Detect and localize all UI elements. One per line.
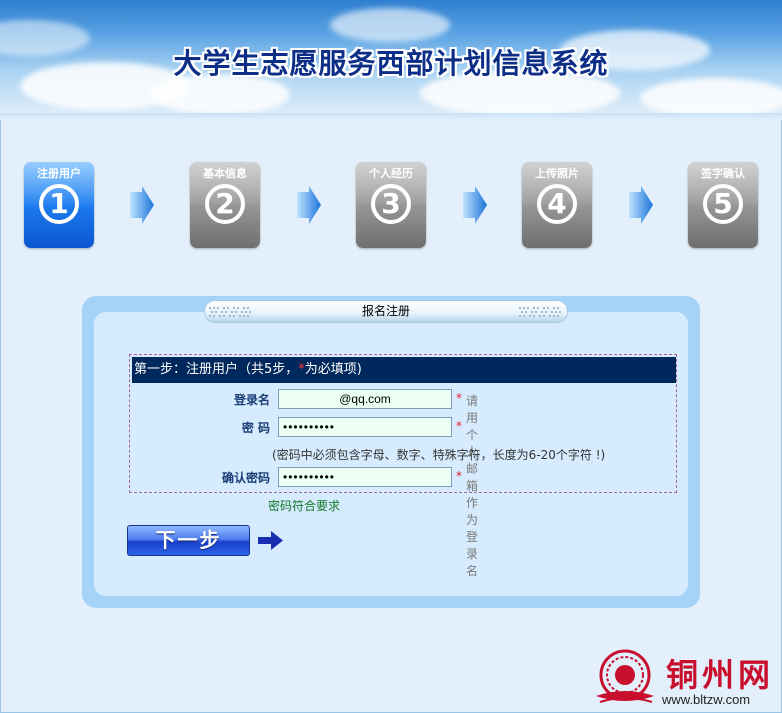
password-input[interactable] (278, 417, 452, 437)
step-arrow-icon (463, 186, 487, 224)
step-arrow-icon (297, 186, 321, 224)
step-label: 签字确认 (701, 167, 745, 180)
required-star: * (456, 469, 462, 483)
step-number: 3 (371, 184, 411, 224)
step-2-basic-info: 基本信息 2 (190, 162, 260, 248)
registration-panel: 第一步：注册用户（共5步，*为必填项) 登录名 * 请用个人邮箱作为登录名 密 … (82, 296, 700, 608)
login-hint: 请用个人邮箱作为登录名 (466, 394, 479, 578)
login-input[interactable] (278, 389, 452, 409)
required-star: * (456, 391, 462, 405)
decorative-dots-icon (519, 307, 561, 317)
step-label: 上传照片 (535, 167, 579, 180)
step-4-photo: 上传照片 4 (522, 162, 592, 248)
required-star: * (456, 419, 462, 433)
password-rule-note: (密码中必须包含字母、数字、特殊字符，长度为6-20个字符 !) (272, 448, 606, 462)
panel-tab-title: 报名注册 (204, 300, 568, 323)
step-5-confirm: 签字确认 5 (688, 162, 758, 248)
step-arrow-icon (629, 186, 653, 224)
step-number: 2 (205, 184, 245, 224)
next-step-button[interactable]: 下一步 (127, 525, 250, 556)
decorative-dots-icon (209, 307, 251, 317)
step-label: 个人经历 (369, 167, 413, 180)
registration-form: 第一步：注册用户（共5步，*为必填项) 登录名 * 请用个人邮箱作为登录名 密 … (129, 354, 677, 578)
form-heading: 第一步：注册用户（共5步，*为必填项) (132, 357, 676, 383)
step-1-register: 注册用户 1 (24, 162, 94, 248)
step-number: 5 (703, 184, 743, 224)
step-label: 基本信息 (203, 167, 247, 180)
password-valid-message: 密码符合要求 (268, 499, 341, 513)
step-arrow-icon (130, 186, 154, 224)
right-arrow-icon (258, 531, 283, 550)
password-label: 密 码 (241, 421, 270, 435)
confirm-password-input[interactable] (278, 467, 452, 487)
banner: 大学生志愿服务西部计划信息系统 (0, 0, 782, 113)
system-title: 大学生志愿服务西部计划信息系统 (173, 47, 609, 80)
site-logo: 铜州网 www.bltzw.com (592, 648, 780, 710)
step-number: 1 (39, 184, 79, 224)
panel-title: 报名注册 (361, 304, 410, 318)
step-label: 注册用户 (37, 167, 81, 180)
confirm-password-label: 确认密码 (221, 471, 270, 485)
logo-url: www.bltzw.com (662, 692, 751, 707)
logo-emblem-icon (596, 649, 654, 703)
step-3-experience: 个人经历 3 (356, 162, 426, 248)
login-label: 登录名 (233, 393, 270, 407)
step-number: 4 (537, 184, 577, 224)
logo-text: 铜州网 (666, 656, 775, 694)
